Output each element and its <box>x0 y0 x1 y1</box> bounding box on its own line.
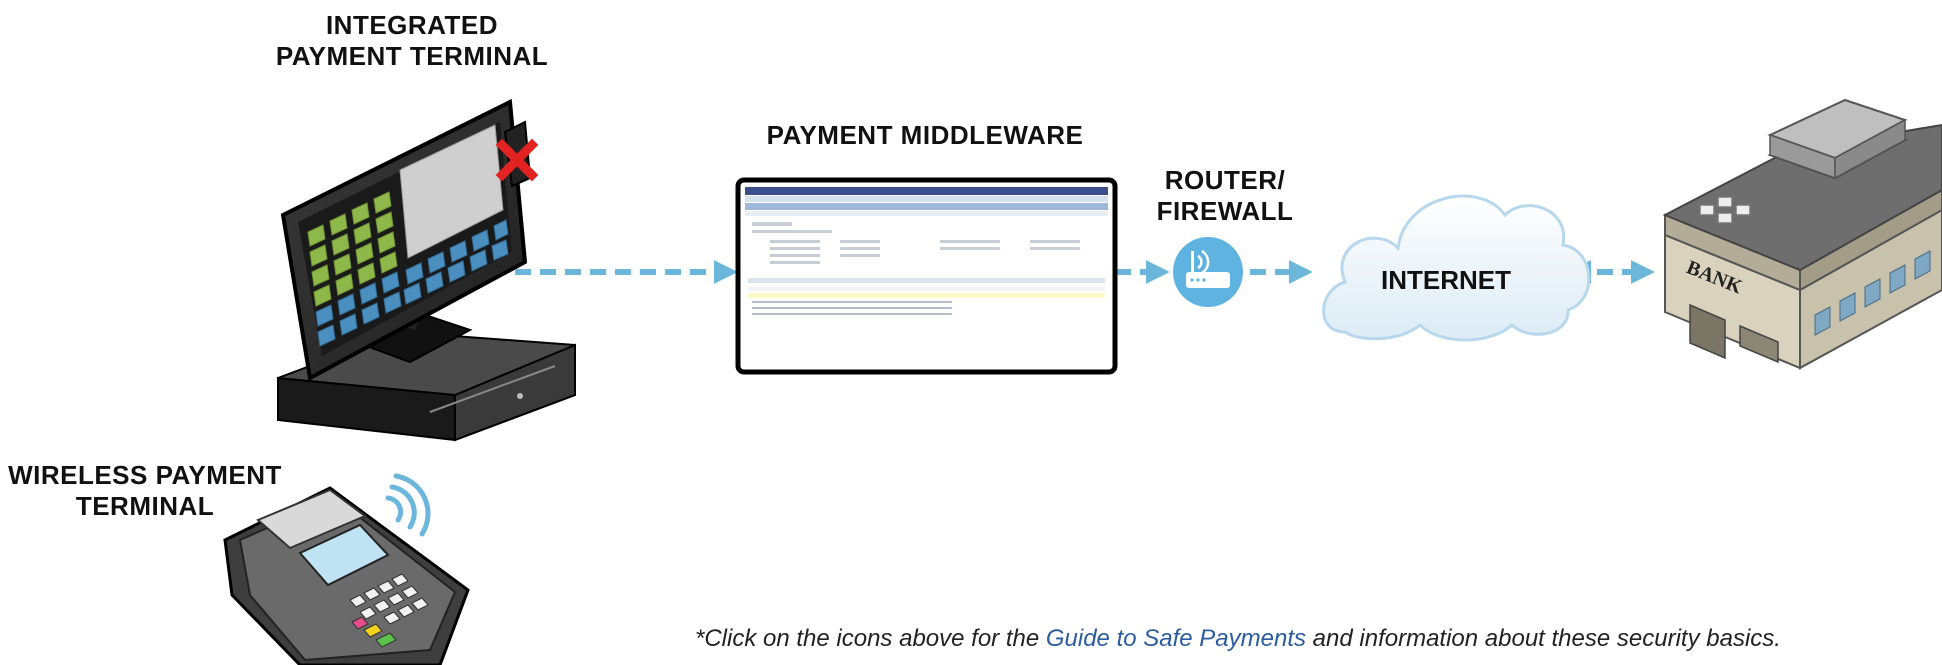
router-firewall-icon[interactable] <box>1173 237 1243 307</box>
internet-label: INTERNET <box>1381 265 1511 295</box>
network-diagram: INTERNET BANK <box>223 98 1942 665</box>
middleware-screenshot-icon[interactable] <box>735 177 1118 375</box>
footnote-text-after: and information about these security bas… <box>1306 625 1781 652</box>
footnote-text-before: *Click on the icons above for the <box>695 625 1046 652</box>
guide-to-safe-payments-link[interactable]: Guide to Safe Payments <box>1046 625 1306 652</box>
footnote: *Click on the icons above for the Guide … <box>695 625 1781 653</box>
bank-building-icon[interactable] <box>1662 98 1942 370</box>
wireless-signal-icon <box>385 473 431 537</box>
wireless-terminal-icon[interactable] <box>223 473 470 665</box>
